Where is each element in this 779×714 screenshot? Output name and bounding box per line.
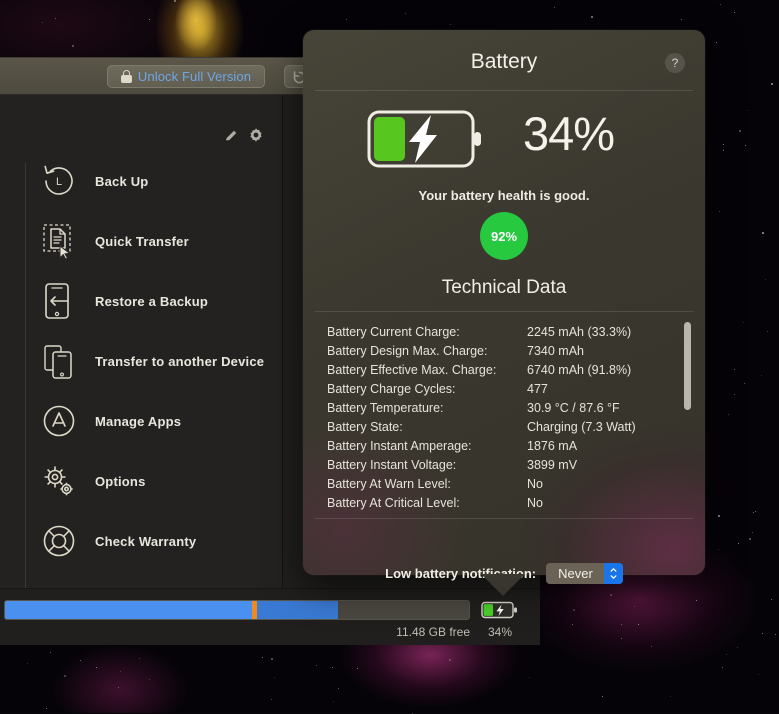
restore-device-icon bbox=[38, 280, 80, 322]
technical-data-list: Battery Current Charge:2245 mAh (33.3%)B… bbox=[315, 319, 693, 514]
technical-data-value: No bbox=[527, 477, 543, 491]
battery-health-badge: 92% bbox=[480, 212, 528, 260]
sidebar-item-label: Transfer to another Device bbox=[95, 354, 264, 369]
storage-segment-media bbox=[257, 601, 338, 619]
backup-clock-icon: L bbox=[38, 160, 80, 202]
lock-icon bbox=[121, 70, 132, 83]
battery-popover: Battery ? 34% Your battery health is goo… bbox=[303, 30, 705, 575]
technical-data-scrollbar[interactable] bbox=[684, 322, 691, 410]
technical-data-row: Battery Instant Amperage:1876 mA bbox=[327, 436, 693, 455]
technical-data-row: Battery Current Charge:2245 mAh (33.3%) bbox=[327, 322, 693, 341]
battery-health-message: Your battery health is good. bbox=[303, 188, 705, 203]
chevron-up-icon bbox=[610, 568, 617, 572]
technical-data-row: Battery Effective Max. Charge:6740 mAh (… bbox=[327, 360, 693, 379]
svg-text:L: L bbox=[56, 176, 62, 188]
technical-data-label: Battery Current Charge: bbox=[327, 325, 527, 339]
free-space-label: 11.48 GB free bbox=[0, 625, 470, 639]
battery-charging-icon-large bbox=[367, 109, 485, 169]
technical-data-row: Battery Charge Cycles:477 bbox=[327, 379, 693, 398]
sidebar-item-label: Back Up bbox=[95, 174, 148, 189]
technical-data-row: Battery Temperature:30.9 °C / 87.6 °F bbox=[327, 398, 693, 417]
storage-segment-apps bbox=[5, 601, 252, 619]
lifebuoy-icon bbox=[38, 520, 80, 562]
sidebar-tools bbox=[224, 127, 264, 143]
popover-title: Battery bbox=[303, 50, 705, 74]
stepper-arrows-icon[interactable] bbox=[604, 563, 623, 584]
technical-data-value: 7340 mAh bbox=[527, 344, 584, 358]
battery-charging-icon bbox=[481, 600, 518, 620]
divider-technical-top bbox=[315, 311, 693, 312]
storage-usage-bar[interactable] bbox=[4, 600, 470, 620]
unlock-full-version-label: Unlock Full Version bbox=[138, 69, 251, 84]
technical-data-label: Battery State: bbox=[327, 420, 527, 434]
pencil-icon[interactable] bbox=[224, 128, 239, 143]
sidebar-item-back-up[interactable]: L Back Up bbox=[0, 151, 283, 211]
sidebar: L Back Up Quick Transfer bbox=[0, 95, 283, 589]
status-bar: 11.48 GB free 34% bbox=[0, 588, 540, 645]
technical-data-row: Battery Design Max. Charge:7340 mAh bbox=[327, 341, 693, 360]
sidebar-item-label: Check Warranty bbox=[95, 534, 196, 549]
technical-data-label: Battery Instant Amperage: bbox=[327, 439, 527, 453]
technical-data-value: 2245 mAh (33.3%) bbox=[527, 325, 631, 339]
technical-data-row: Battery At Warn Level:No bbox=[327, 474, 693, 493]
technical-data-value: 6740 mAh (91.8%) bbox=[527, 363, 631, 377]
sidebar-item-label: Options bbox=[95, 474, 146, 489]
gears-icon bbox=[38, 460, 80, 502]
technical-data-label: Battery Design Max. Charge: bbox=[327, 344, 527, 358]
quick-transfer-icon bbox=[38, 220, 80, 262]
chevron-down-icon bbox=[610, 575, 617, 579]
sidebar-item-options[interactable]: Options bbox=[0, 451, 283, 511]
technical-data-label: Battery Charge Cycles: bbox=[327, 382, 527, 396]
sidebar-item-label: Manage Apps bbox=[95, 414, 181, 429]
technical-data-value: 1876 mA bbox=[527, 439, 577, 453]
technical-data-row: Battery State:Charging (7.3 Watt) bbox=[327, 417, 693, 436]
technical-data-value: No bbox=[527, 496, 543, 510]
unlock-full-version-button[interactable]: Unlock Full Version bbox=[107, 65, 265, 88]
technical-data-label: Battery Temperature: bbox=[327, 401, 527, 415]
technical-data-value: 30.9 °C / 87.6 °F bbox=[527, 401, 620, 415]
divider-technical-bottom bbox=[315, 518, 693, 519]
technical-data-label: Battery At Critical Level: bbox=[327, 496, 527, 510]
divider-top bbox=[315, 90, 693, 91]
technical-data-value: 477 bbox=[527, 382, 548, 396]
low-battery-notification-select[interactable]: Never bbox=[546, 563, 623, 584]
transfer-devices-icon bbox=[38, 340, 80, 382]
app-store-icon bbox=[38, 400, 80, 442]
low-battery-notification-value: Never bbox=[546, 566, 604, 581]
sidebar-item-manage-apps[interactable]: Manage Apps bbox=[0, 391, 283, 451]
sidebar-item-label: Quick Transfer bbox=[95, 234, 189, 249]
battery-percent-large: 34% bbox=[523, 106, 683, 161]
sidebar-item-restore-a-backup[interactable]: Restore a Backup bbox=[0, 271, 283, 331]
question-mark-icon[interactable]: ? bbox=[665, 53, 685, 73]
sidebar-menu: L Back Up Quick Transfer bbox=[0, 151, 283, 571]
technical-data-label: Battery At Warn Level: bbox=[327, 477, 527, 491]
sidebar-item-label: Restore a Backup bbox=[95, 294, 208, 309]
technical-data-row: Battery Instant Voltage:3899 mV bbox=[327, 455, 693, 474]
gear-icon[interactable] bbox=[248, 127, 264, 143]
storage-segment-free bbox=[338, 601, 469, 619]
technical-data-row: Battery At Critical Level:No bbox=[327, 493, 693, 512]
technical-data-value: 3899 mV bbox=[527, 458, 577, 472]
technical-data-value: Charging (7.3 Watt) bbox=[527, 420, 636, 434]
sidebar-item-check-warranty[interactable]: Check Warranty bbox=[0, 511, 283, 571]
technical-data-label: Battery Effective Max. Charge: bbox=[327, 363, 527, 377]
sidebar-item-quick-transfer[interactable]: Quick Transfer bbox=[0, 211, 283, 271]
sidebar-item-transfer-to-another-device[interactable]: Transfer to another Device bbox=[0, 331, 283, 391]
technical-data-label: Battery Instant Voltage: bbox=[327, 458, 527, 472]
technical-data-title: Technical Data bbox=[303, 277, 705, 299]
status-battery-percent: 34% bbox=[478, 625, 522, 639]
